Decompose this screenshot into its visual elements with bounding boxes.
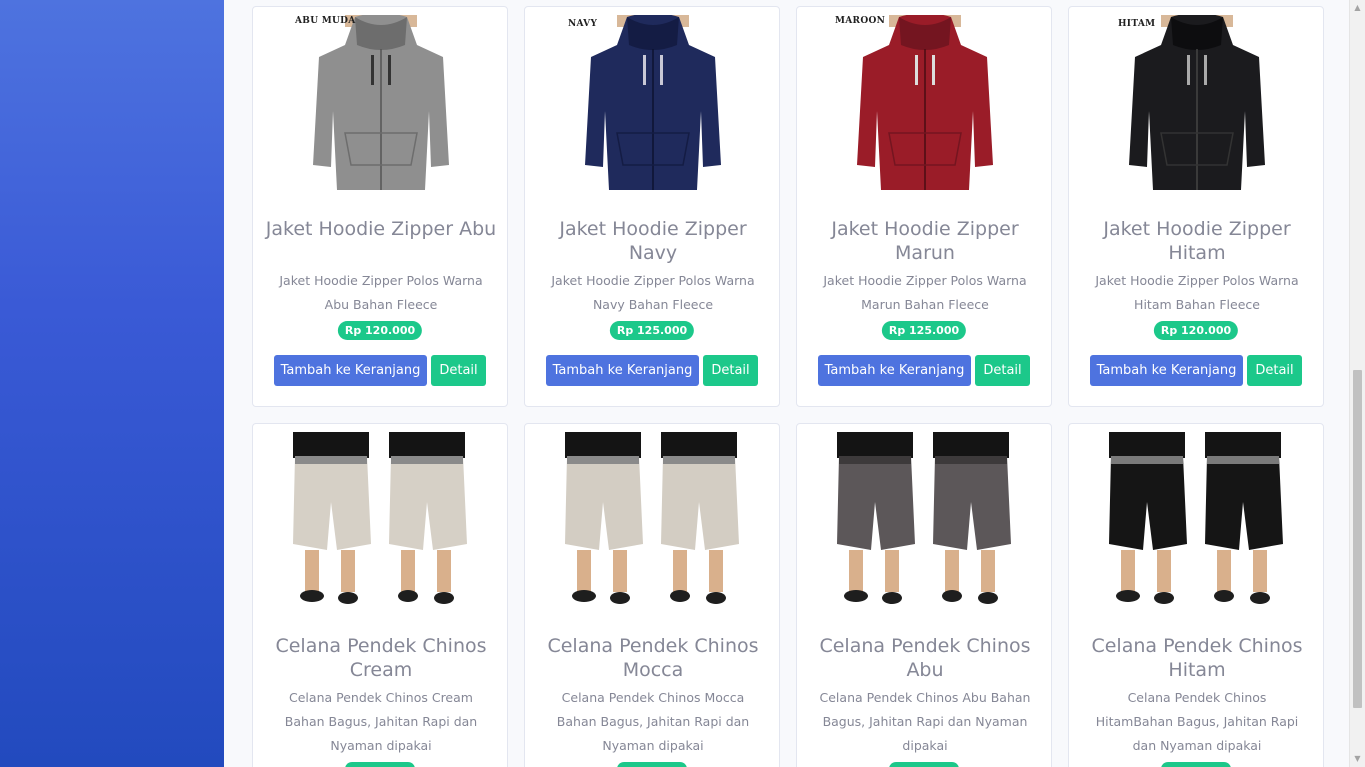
detail-button[interactable]: Detail: [1247, 355, 1302, 386]
price-badge: [617, 762, 687, 767]
product-title: Jaket Hoodie Zipper Marun: [831, 218, 1019, 264]
product-image: [837, 13, 1013, 191]
product-card: Celana Pendek Chinos Hitam Celana Pendek…: [1068, 423, 1324, 767]
hoodie-image: [313, 13, 449, 190]
product-image: [1109, 13, 1285, 191]
color-label: NAVY: [568, 19, 598, 29]
product-description: Celana Pendek Chinos Abu Bahan Bagus, Ja…: [819, 690, 1031, 753]
product-title: Celana Pendek Chinos Abu: [819, 635, 1031, 681]
detail-button[interactable]: Detail: [703, 355, 758, 386]
product-title: Jaket Hoodie Zipper Hitam: [1103, 218, 1291, 264]
price-badge: [889, 762, 959, 767]
detail-button[interactable]: Detail: [975, 355, 1030, 386]
product-description: Celana Pendek Chinos Cream Bahan Bagus, …: [284, 690, 478, 753]
product-description: Celana Pendek Chinos HitamBahan Bagus, J…: [1095, 690, 1299, 753]
product-card: MAROON Jaket Hoodie Zipper Marun Jaket H…: [796, 6, 1052, 407]
product-title: Celana Pendek Chinos Cream: [275, 635, 487, 681]
scroll-up-icon[interactable]: ▲: [1350, 0, 1365, 16]
detail-button[interactable]: Detail: [431, 355, 486, 386]
shorts-image: [837, 432, 1011, 604]
product-image: [565, 13, 741, 191]
color-label: HITAM: [1118, 19, 1156, 29]
product-image: [833, 432, 1017, 608]
product-card: Celana Pendek Chinos Cream Celana Pendek…: [252, 423, 508, 767]
product-card: Celana Pendek Chinos Abu Celana Pendek C…: [796, 423, 1052, 767]
price-badge: Rp 125.000: [609, 321, 695, 340]
color-label: ABU MUDA: [295, 16, 356, 26]
scrollbar[interactable]: ▲ ▼: [1349, 0, 1365, 767]
product-description: Jaket Hoodie Zipper Polos Warna Navy Bah…: [551, 273, 755, 312]
hoodie-image: [1129, 13, 1265, 190]
product-card: HITAM Jaket Hoodie Zipper Hitam Jaket Ho…: [1068, 6, 1324, 407]
price-badge: [345, 762, 415, 767]
product-card: Celana Pendek Chinos Mocca Celana Pendek…: [524, 423, 780, 767]
scrollbar-thumb[interactable]: [1353, 370, 1362, 708]
add-to-cart-button[interactable]: Tambah ke Keranjang: [274, 355, 427, 386]
add-to-cart-button[interactable]: Tambah ke Keranjang: [546, 355, 699, 386]
shorts-image: [293, 432, 467, 604]
product-description: Jaket Hoodie Zipper Polos Warna Abu Baha…: [279, 273, 483, 312]
price-badge: Rp 120.000: [1153, 321, 1239, 340]
shorts-image: [1109, 432, 1283, 604]
product-title: Jaket Hoodie Zipper Abu: [265, 218, 497, 240]
hoodie-image: [857, 13, 993, 190]
product-grid: ABU MUDA Jaket Hoodie Zipper Abu Jaket H…: [224, 0, 1349, 767]
product-description: Jaket Hoodie Zipper Polos Warna Marun Ba…: [823, 273, 1027, 312]
hoodie-image: [585, 13, 721, 190]
price-badge: Rp 120.000: [337, 321, 423, 340]
product-image: [293, 13, 469, 191]
price-badge: Rp 125.000: [881, 321, 967, 340]
product-image: [289, 432, 473, 608]
color-label: MAROON: [835, 16, 886, 26]
add-to-cart-button[interactable]: Tambah ke Keranjang: [818, 355, 971, 386]
product-card: NAVY Jaket Hoodie Zipper Navy Jaket Hood…: [524, 6, 780, 407]
price-badge: [1161, 762, 1231, 767]
product-title: Celana Pendek Chinos Hitam: [1091, 635, 1303, 681]
product-image: [561, 432, 745, 608]
product-title: Jaket Hoodie Zipper Navy: [559, 218, 747, 264]
product-description: Jaket Hoodie Zipper Polos Warna Hitam Ba…: [1095, 273, 1299, 312]
scroll-down-icon[interactable]: ▼: [1350, 751, 1365, 767]
product-card: ABU MUDA Jaket Hoodie Zipper Abu Jaket H…: [252, 6, 508, 407]
product-image: [1105, 432, 1289, 608]
shorts-image: [565, 432, 739, 604]
add-to-cart-button[interactable]: Tambah ke Keranjang: [1090, 355, 1243, 386]
product-title: Celana Pendek Chinos Mocca: [547, 635, 759, 681]
product-description: Celana Pendek Chinos Mocca Bahan Bagus, …: [556, 690, 750, 753]
sidebar: [0, 0, 224, 767]
